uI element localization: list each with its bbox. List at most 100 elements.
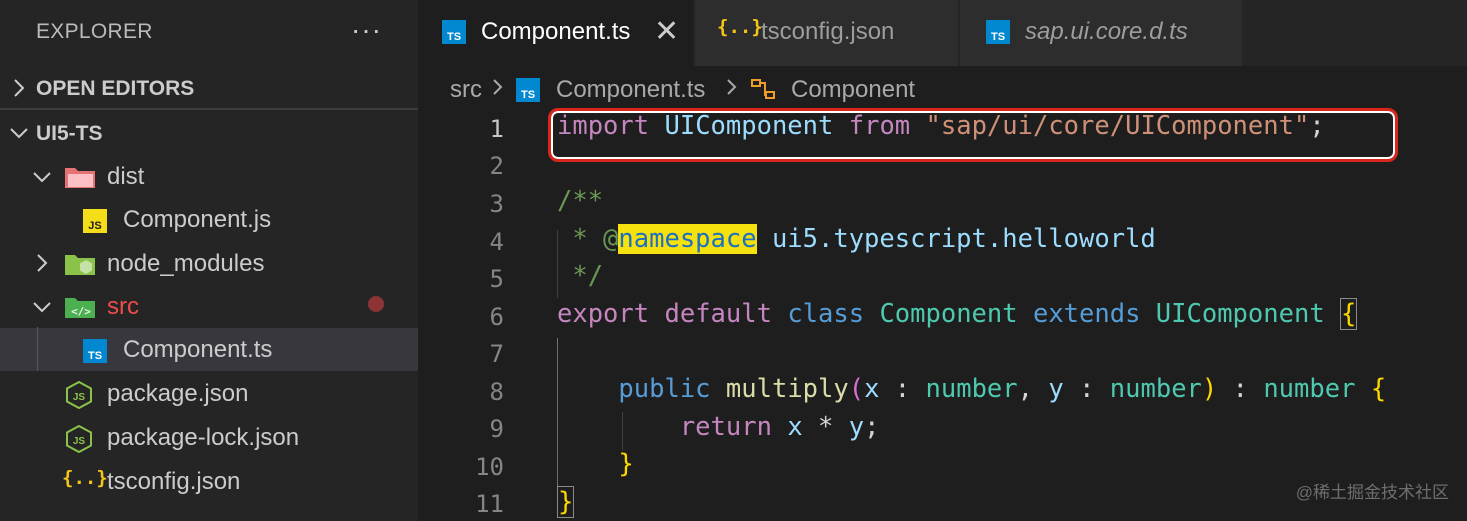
code-line-6[interactable]: export default class Component extends U… [557,298,1358,330]
tree-item-src[interactable]: </> src [0,285,418,328]
brace: } [557,486,575,518]
tree-item-label: Component.ts [123,336,273,363]
svg-text:JS: JS [88,220,101,232]
svg-text:</>: </> [71,305,91,318]
modified-dot-icon [368,296,384,312]
chevron-down-icon [6,120,32,146]
string: "sap/ui/core/UIComponent" [925,111,1310,141]
breadcrumb-file[interactable]: Component.ts [556,76,705,104]
ts-file-icon: TS [986,20,1010,49]
section-project[interactable]: UI5-TS [0,113,418,153]
tree-item-label: dist [107,163,145,190]
tree-item-package-lock-json[interactable]: JS package-lock.json [0,416,418,459]
editor-area: TS Component.ts ✕ {..} tsconfig.json TS … [418,0,1467,521]
tab-sap-ui-core-d-ts[interactable]: TS sap.ui.core.d.ts [960,0,1242,66]
breadcrumb: src TS Component.ts Component [418,72,1467,108]
param: x [864,374,880,404]
keyword: import [557,111,650,141]
punctuation: ; [1309,111,1325,141]
section-open-editors[interactable]: OPEN EDITORS [0,68,418,108]
code-line-5[interactable]: */ [557,261,603,291]
identifier: x [787,412,803,442]
keyword: export [557,299,650,329]
code-line-1[interactable]: import UIComponent from "sap/ui/core/UIC… [557,111,1325,141]
type: number [1263,374,1356,404]
keyword: return [679,412,772,442]
breadcrumb-folder[interactable]: src [450,76,482,104]
punctuation: : [1217,374,1264,404]
explorer-header: EXPLORER ··· [0,0,418,66]
comment: * @ [557,224,619,254]
class-symbol-icon [749,76,779,109]
punctuation: ; [864,412,880,442]
chevron-right-icon [6,75,32,101]
keyword: public [618,374,711,404]
tree-item-label: Component.js [123,206,272,233]
explorer-sidebar: EXPLORER ··· OPEN EDITORS UI5-TS dist JS… [0,0,418,521]
tree-item-label: package-lock.json [107,424,300,451]
line-number: 10 [475,453,504,481]
folder-node-icon [64,251,96,282]
watermark: @稀土掘金技术社区 [1295,483,1449,502]
line-number: 8 [489,378,504,406]
chevron-down-icon [29,164,55,190]
chevron-right-icon [490,74,506,107]
tree-item-package-json[interactable]: JS package.json [0,372,418,415]
identifier: y [848,412,865,442]
svg-text:TS: TS [991,31,1005,43]
section-label: UI5-TS [36,122,103,145]
tab-tsconfig-json[interactable]: {..} tsconfig.json [695,0,958,66]
code-line-9[interactable]: return x * y; [557,412,880,442]
chevron-down-icon [29,294,55,320]
tree-item-tsconfig-json[interactable]: {..} tsconfig.json [0,460,418,503]
breadcrumb-symbol[interactable]: Component [791,76,915,104]
ts-file-icon: TS [442,20,466,49]
tree-item-label: package.json [107,380,249,407]
chevron-right-icon [724,74,740,107]
tree-item-node-modules[interactable]: node_modules [0,242,418,285]
line-number: 11 [475,490,504,518]
type: number [1109,374,1202,404]
folder-dist-icon [64,164,96,195]
tree-item-label: src [107,293,139,320]
method-name: multiply [725,374,849,404]
paren: ) [1201,374,1218,404]
tree-item-component-js[interactable]: JS Component.js [0,198,418,241]
line-number: 9 [489,415,504,443]
class-name: UIComponent [1155,299,1325,329]
close-icon[interactable]: ✕ [654,14,679,49]
type: number [925,374,1018,404]
highlighted-tag: namespace [618,224,757,254]
tab-bar: TS Component.ts ✕ {..} tsconfig.json TS … [418,0,1467,66]
operator: * [802,412,849,442]
json-braces-icon: {..} [62,467,108,489]
tree-item-dist[interactable]: dist [0,155,418,198]
code-line-4[interactable]: * @namespace ui5.typescript.helloworld [557,224,1156,254]
line-number: 7 [489,340,504,368]
keyword: default [664,299,772,329]
tab-label: tsconfig.json [761,18,895,45]
code-line-10[interactable]: } [557,449,633,479]
svg-text:JS: JS [73,392,86,403]
svg-text:TS: TS [521,89,535,101]
line-number: 3 [489,190,504,218]
svg-text:TS: TS [447,31,461,43]
more-actions-icon[interactable]: ··· [351,14,382,46]
line-number: 5 [489,265,504,293]
explorer-title: EXPLORER [36,20,153,43]
class-name: Component [879,299,1018,329]
tree-item-component-ts[interactable]: TS Component.ts [0,328,418,371]
nodejs-icon: JS [66,380,92,414]
identifier: UIComponent [664,111,834,141]
line-number: 1 [489,115,504,143]
keyword: from [848,111,911,141]
code-line-11[interactable]: } [557,486,575,518]
code-line-3[interactable]: /** [557,186,603,216]
punctuation: , [1017,374,1049,404]
nodejs-icon: JS [66,424,92,458]
chevron-right-icon [29,250,55,276]
code-line-8[interactable]: public multiply(x : number, y : number) … [557,374,1386,404]
line-number: 6 [489,303,504,331]
svg-text:TS: TS [88,350,102,362]
tab-component-ts[interactable]: TS Component.ts ✕ [418,0,693,66]
